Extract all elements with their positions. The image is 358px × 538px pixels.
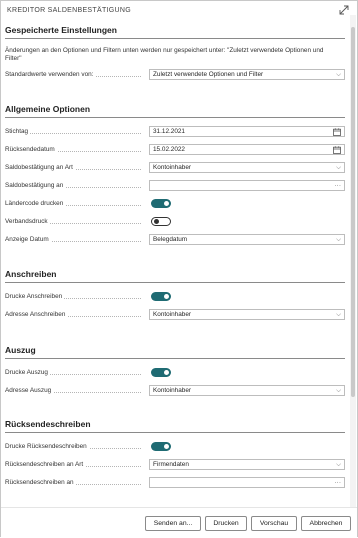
scrollbar-thumb[interactable] <box>351 27 355 397</box>
calendar-icon[interactable] <box>333 128 341 136</box>
row-stichtag: Stichtag 31.12.2021 <box>5 126 345 138</box>
field-label: Saldobestätigung an Art <box>5 164 75 171</box>
expand-icon[interactable] <box>339 5 349 15</box>
section-saved-settings: Gespeicherte Einstellungen <box>5 25 345 39</box>
section-heading: Gespeicherte Einstellungen <box>5 25 345 39</box>
section-general-options: Allgemeine Optionen <box>5 104 345 118</box>
field-label: Drucke Anschreiben <box>5 293 65 300</box>
row-adresse-anschreiben: Adresse Anschreiben Kontoinhaber ⌵ <box>5 309 345 321</box>
field-label: Standardwerte verwenden von: <box>5 71 96 78</box>
field-label: Adresse Auszug <box>5 387 54 394</box>
ruecksendedatum-date-input[interactable]: 15.02.2022 <box>149 144 345 155</box>
preview-button[interactable]: Vorschau <box>251 516 297 531</box>
dialog: KREDITOR SALDENBESTÄTIGUNG Gespeicherte … <box>0 0 358 538</box>
adresse-auszug-select[interactable]: Kontoinhaber ⌵ <box>149 385 345 396</box>
send-to-button[interactable]: Senden an... <box>145 516 201 531</box>
section-heading: Allgemeine Optionen <box>5 104 345 118</box>
anzeige-datum-select[interactable]: Belegdatum ⌵ <box>149 234 345 245</box>
cancel-button[interactable]: Abbrechen <box>301 516 351 531</box>
row-saldo-an: Saldobestätigung an ··· <box>5 180 345 192</box>
row-laendercode: Ländercode drucken <box>5 198 345 210</box>
chevron-down-icon: ⌵ <box>336 164 341 171</box>
drucke-anschreiben-toggle[interactable] <box>151 292 171 301</box>
ruecksendeschreiben-art-select[interactable]: Firmendaten ⌵ <box>149 459 345 470</box>
field-label: Adresse Anschreiben <box>5 311 68 318</box>
saldo-an-input[interactable]: ··· <box>149 180 345 191</box>
chevron-down-icon: ⌵ <box>336 71 341 78</box>
laendercode-toggle[interactable] <box>151 199 171 208</box>
chevron-down-icon: ⌵ <box>336 387 341 394</box>
field-label: Ländercode drucken <box>5 200 66 207</box>
row-ruecksendeschreiben-art: Rücksendeschreiben an Art Firmendaten ⌵ <box>5 459 345 471</box>
section-heading: Auszug <box>5 345 345 359</box>
field-label: Drucke Auszug <box>5 369 50 376</box>
saldo-art-select[interactable]: Kontoinhaber ⌵ <box>149 162 345 173</box>
row-adresse-auszug: Adresse Auszug Kontoinhaber ⌵ <box>5 385 345 397</box>
row-drucke-ruecksendeschreiben: Drucke Rücksendeschreiben <box>5 441 345 453</box>
stichtag-date-input[interactable]: 31.12.2021 <box>149 126 345 137</box>
print-button[interactable]: Drucken <box>205 516 247 531</box>
field-label: Rücksendedatum <box>5 146 57 153</box>
ellipsis-icon[interactable]: ··· <box>335 181 342 190</box>
field-label: Anzeige Datum <box>5 236 51 243</box>
ruecksendeschreiben-an-input[interactable]: ··· <box>149 477 345 488</box>
calendar-icon[interactable] <box>333 146 341 154</box>
field-label: Rücksendeschreiben an <box>5 479 76 486</box>
section-anschreiben: Anschreiben <box>5 269 345 283</box>
drucke-auszug-toggle[interactable] <box>151 368 171 377</box>
row-saldo-art: Saldobestätigung an Art Kontoinhaber ⌵ <box>5 162 345 174</box>
chevron-down-icon: ⌵ <box>336 461 341 468</box>
dialog-footer: Senden an... Drucken Vorschau Abbrechen <box>1 507 357 538</box>
ellipsis-icon[interactable]: ··· <box>335 478 342 487</box>
row-defaults-from: Standardwerte verwenden von: Zuletzt ver… <box>5 69 345 81</box>
adresse-anschreiben-select[interactable]: Kontoinhaber ⌵ <box>149 309 345 320</box>
chevron-down-icon: ⌵ <box>336 236 341 243</box>
row-anzeige-datum: Anzeige Datum Belegdatum ⌵ <box>5 234 345 246</box>
chevron-down-icon: ⌵ <box>336 311 341 318</box>
field-label: Stichtag <box>5 128 31 135</box>
options-scroll-area[interactable]: Gespeicherte Einstellungen Änderungen an… <box>1 15 349 507</box>
drucke-ruecksendeschreiben-toggle[interactable] <box>151 442 171 451</box>
field-label: Verbandsdruck <box>5 218 50 225</box>
saved-settings-note: Änderungen an den Optionen und Filtern u… <box>5 47 324 62</box>
verbandsdruck-toggle[interactable] <box>151 217 171 226</box>
row-ruecksendeschreiben-an: Rücksendeschreiben an ··· <box>5 477 345 489</box>
row-ruecksendedatum: Rücksendedatum 15.02.2022 <box>5 144 345 156</box>
row-verbandsdruck: Verbandsdruck <box>5 216 345 228</box>
section-ruecksendeschreiben: Rücksendeschreiben <box>5 419 345 433</box>
section-heading: Rücksendeschreiben <box>5 419 345 433</box>
section-auszug: Auszug <box>5 345 345 359</box>
field-label: Saldobestätigung an <box>5 182 66 189</box>
field-label: Rücksendeschreiben an Art <box>5 461 86 468</box>
dialog-title: KREDITOR SALDENBESTÄTIGUNG <box>7 7 131 14</box>
section-heading: Anschreiben <box>5 269 345 283</box>
field-label: Drucke Rücksendeschreiben <box>5 443 89 450</box>
row-drucke-anschreiben: Drucke Anschreiben <box>5 291 345 303</box>
row-drucke-auszug: Drucke Auszug <box>5 367 345 379</box>
defaults-from-select[interactable]: Zuletzt verwendete Optionen und Filter ⌵ <box>149 69 345 80</box>
